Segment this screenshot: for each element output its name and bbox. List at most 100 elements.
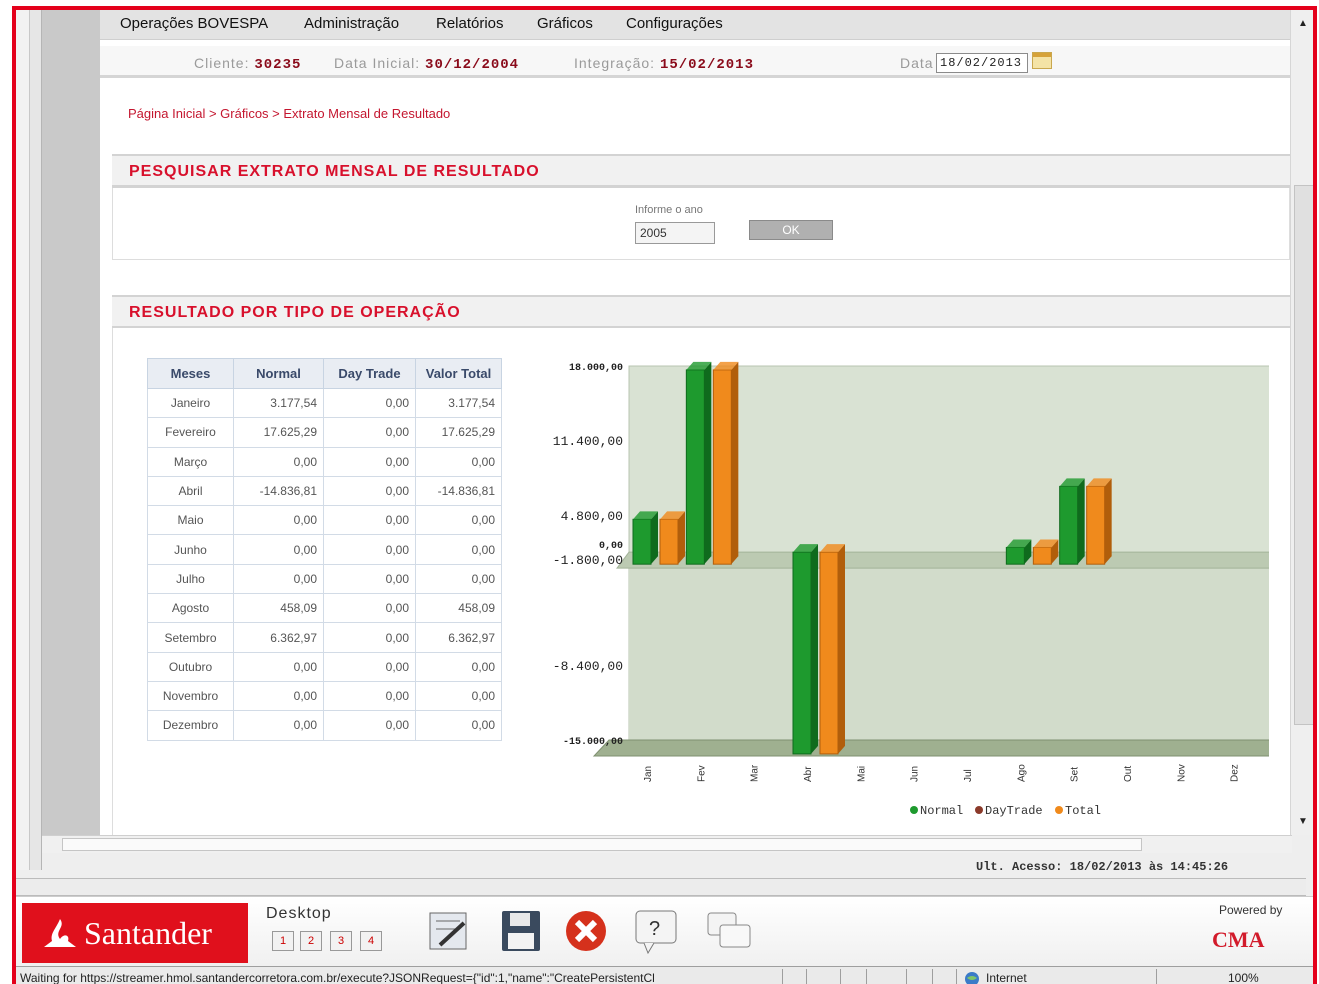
legend-label: Total — [1065, 804, 1101, 818]
table-cell: 0,00 — [415, 534, 502, 565]
table-header: Valor Total — [415, 358, 502, 389]
table-cell: 458,09 — [415, 593, 502, 624]
table-cell: 17.625,29 — [233, 417, 324, 448]
vertical-scroll-thumb[interactable] — [1294, 185, 1313, 725]
table-cell: 0,00 — [415, 563, 502, 595]
x-tick-label: Dez — [1230, 764, 1241, 782]
y-tick-label: 11.400,00 — [553, 434, 623, 449]
bar-side — [1077, 478, 1085, 565]
menu-graficos[interactable]: Gráficos — [537, 15, 593, 32]
bar-side — [651, 511, 658, 565]
table-row: Setembro 6.362,97 0,00 6.362,97 — [147, 622, 502, 653]
table-header: Normal — [233, 358, 324, 389]
chat-icon[interactable] — [704, 909, 756, 957]
table-cell: Dezembro — [147, 710, 234, 741]
chart-floor — [592, 739, 1269, 757]
bar-total — [819, 551, 839, 755]
globe-icon — [965, 972, 979, 984]
status-bar: Waiting for https://streamer.hmol.santan… — [16, 966, 1313, 984]
santander-logo: Santander — [22, 903, 248, 963]
scroll-up-icon[interactable]: ▲ — [1296, 18, 1310, 32]
browser-window: Operações BOVESPA Administração Relatóri… — [12, 6, 1317, 984]
close-icon[interactable] — [564, 909, 612, 957]
menu-configuracoes[interactable]: Configurações — [626, 15, 723, 32]
zoom-level[interactable]: 100% — [1228, 971, 1259, 984]
vertical-scrollbar[interactable]: ▲ ▼ — [1290, 10, 1313, 835]
table-row: Março 0,00 0,00 0,00 — [147, 446, 502, 477]
table-cell: 3.177,54 — [415, 387, 502, 419]
integration-info: Integração: 15/02/2013 — [574, 55, 754, 73]
table-cell: -14.836,81 — [415, 475, 502, 507]
main-content: Operações BOVESPA Administração Relatóri… — [100, 10, 1290, 835]
table-cell: Outubro — [147, 651, 234, 682]
table-row: Outubro 0,00 0,00 0,00 — [147, 651, 502, 682]
save-icon[interactable] — [500, 909, 544, 953]
legend-label: DayTrade — [985, 804, 1043, 818]
date-label: Data — [900, 55, 934, 71]
left-gutter — [42, 10, 100, 835]
outer-horizontal-scrollbar[interactable] — [16, 878, 1306, 896]
scroll-down-icon[interactable]: ▼ — [1296, 816, 1310, 830]
x-tick-label: Ago — [1016, 764, 1027, 782]
date-field[interactable]: 18/02/2013 — [936, 53, 1028, 73]
desktop-3-button[interactable]: 3 — [330, 931, 352, 951]
x-tick-label: Set — [1070, 767, 1081, 782]
calendar-icon[interactable] — [1032, 52, 1052, 69]
table-cell: 0,00 — [415, 651, 502, 682]
x-tick-label: Jun — [910, 766, 921, 782]
table-cell: 0,00 — [323, 505, 416, 536]
table-row: Maio 0,00 0,00 0,00 — [147, 505, 502, 536]
table-cell: 6.362,97 — [415, 622, 502, 653]
info-bar: Cliente: 30235 Data Inicial: 30/12/2004 … — [100, 46, 1290, 78]
desktop-4-button[interactable]: 4 — [360, 931, 382, 951]
table-row: Novembro 0,00 0,00 0,00 — [147, 680, 502, 712]
bar-side — [838, 544, 845, 754]
bar-total — [1086, 485, 1106, 565]
year-input[interactable]: 2005 — [635, 222, 715, 244]
left-panel-edge — [30, 10, 42, 870]
table-cell: 0,00 — [323, 680, 416, 712]
table-cell: 0,00 — [233, 680, 324, 712]
table-cell: 3.177,54 — [233, 387, 324, 419]
x-tick-label: Mar — [750, 764, 761, 782]
table-cell: 0,00 — [323, 710, 416, 741]
powered-by-text: Powered by — [1219, 903, 1283, 917]
zone-text: Internet — [986, 971, 1027, 984]
left-border — [16, 10, 30, 870]
horizontal-scroll-thumb[interactable] — [62, 838, 1142, 851]
table-row: Dezembro 0,00 0,00 0,00 — [147, 710, 502, 741]
table-cell: 0,00 — [323, 622, 416, 653]
table-cell: 0,00 — [323, 446, 416, 477]
breadcrumb[interactable]: Página Inicial > Gráficos > Extrato Mens… — [128, 106, 450, 121]
table-cell: 0,00 — [415, 710, 502, 741]
table-cell: 0,00 — [233, 651, 324, 682]
inner-horizontal-scrollbar[interactable] — [42, 835, 1292, 853]
bar-normal — [1005, 546, 1025, 565]
help-icon[interactable]: ? — [634, 909, 682, 957]
y-tick-label: 4.800,00 — [561, 509, 623, 524]
table-cell: Fevereiro — [147, 417, 234, 448]
legend-marker — [1055, 806, 1063, 814]
x-tick-label: Mai — [856, 766, 867, 782]
table-cell: 0,00 — [415, 680, 502, 712]
x-tick-label: Jul — [963, 769, 974, 782]
bar-normal — [1059, 485, 1079, 565]
menu-operacoes[interactable]: Operações BOVESPA — [120, 15, 268, 32]
desktop-2-button[interactable]: 2 — [300, 931, 322, 951]
table-cell: 0,00 — [323, 417, 416, 448]
table-cell: 0,00 — [233, 534, 324, 565]
bar-side — [1104, 478, 1112, 565]
table-cell: Setembro — [147, 622, 234, 653]
ok-button[interactable]: OK — [749, 220, 833, 240]
year-label: Informe o ano — [635, 204, 703, 216]
brand-name: Santander — [84, 915, 212, 951]
y-tick-label: -15.000,00 — [563, 737, 623, 748]
bar-side — [811, 544, 818, 754]
table-cell: 0,00 — [323, 593, 416, 624]
edit-notes-icon[interactable] — [428, 909, 472, 953]
menu-administracao[interactable]: Administração — [304, 15, 399, 32]
svg-text:?: ? — [649, 918, 660, 940]
desktop-1-button[interactable]: 1 — [272, 931, 294, 951]
table-cell: 0,00 — [415, 446, 502, 477]
menu-relatorios[interactable]: Relatórios — [436, 15, 504, 32]
